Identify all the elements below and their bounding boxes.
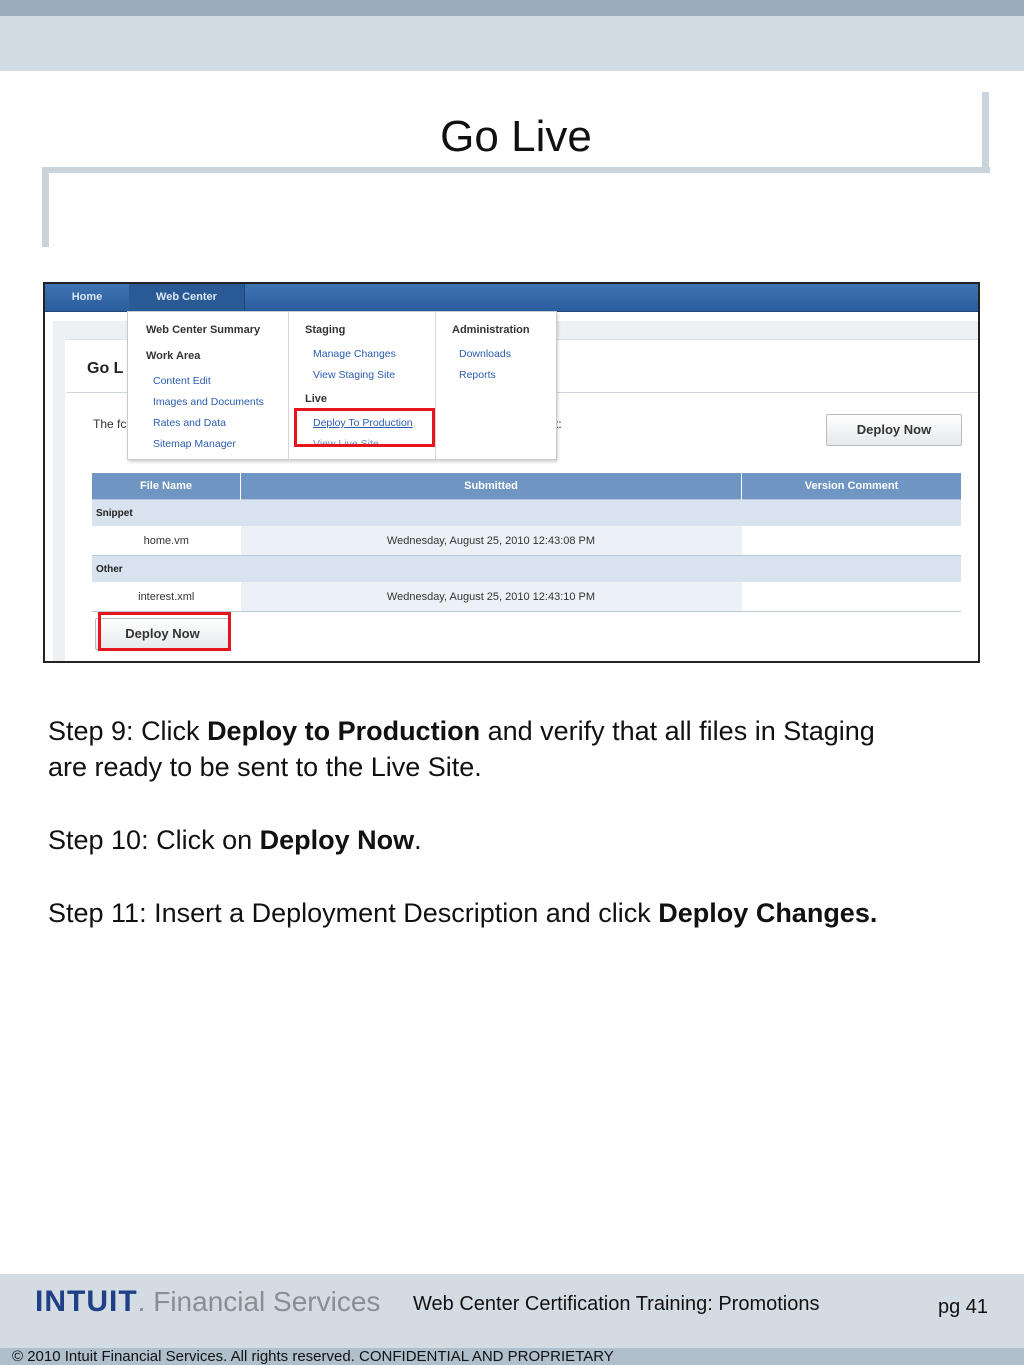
- page-number: pg 41: [938, 1296, 989, 1318]
- menu-column-administration: Administration Downloads Reports: [435, 312, 556, 459]
- menu-link-sitemap-manager[interactable]: Sitemap Manager: [153, 438, 236, 450]
- logo-text: Financial Services: [153, 1286, 381, 1317]
- nav-web-center[interactable]: Web Center: [129, 284, 245, 311]
- step-11-emphasis: Deploy Changes.: [658, 898, 878, 928]
- top-strip: [0, 0, 1024, 16]
- title-frame-left: [42, 167, 49, 247]
- submitted-cell: Wednesday, August 25, 2010 12:43:10 PM: [240, 582, 742, 612]
- copyright-text: © 2010 Intuit Financial Services. All ri…: [12, 1348, 614, 1365]
- screenshot: Home Web Center Go L The fc t: Deploy No…: [43, 282, 980, 663]
- menu-link-reports[interactable]: Reports: [459, 369, 496, 381]
- logo-dot: .: [137, 1286, 154, 1317]
- menu-heading-work-area: Work Area: [146, 350, 201, 362]
- group-row: Snippet: [92, 499, 961, 526]
- group-label: Snippet: [92, 499, 961, 526]
- step-9-emphasis: Deploy to Production: [207, 716, 481, 746]
- menu-link-downloads[interactable]: Downloads: [459, 348, 511, 360]
- step-10-suffix: .: [414, 825, 422, 855]
- step-10-text: Step 10: Click on Deploy Now.: [48, 822, 908, 858]
- file-name-cell[interactable]: interest.xml: [92, 582, 241, 612]
- group-label: Other: [92, 555, 961, 582]
- column-header-version-comment[interactable]: Version Comment: [741, 473, 961, 500]
- page-heading: Go L: [87, 360, 124, 377]
- deploy-now-button-top[interactable]: Deploy Now: [826, 414, 962, 446]
- files-table: File Name Submitted Version Comment Snip…: [92, 473, 961, 612]
- logo-brand: INTUIT: [35, 1285, 138, 1318]
- intro-text: The fc: [93, 417, 127, 431]
- file-name-cell[interactable]: home.vm: [92, 526, 241, 556]
- version-comment-cell: [741, 526, 961, 556]
- menu-link-content-edit[interactable]: Content Edit: [153, 375, 211, 387]
- step-10-prefix: Step 10: Click on: [48, 825, 260, 855]
- menu-heading-administration: Administration: [452, 324, 530, 336]
- course-title: Web Center Certification Training: Promo…: [413, 1293, 820, 1315]
- submitted-cell: Wednesday, August 25, 2010 12:43:08 PM: [240, 526, 742, 556]
- slide-title: Go Live: [440, 112, 592, 161]
- highlight-box-deploy-now: [98, 612, 231, 651]
- column-header-file-name[interactable]: File Name: [92, 473, 241, 500]
- table-row: interest.xml Wednesday, August 25, 2010 …: [92, 582, 961, 612]
- step-10-emphasis: Deploy Now: [259, 825, 415, 855]
- step-9-prefix: Step 9: Click: [48, 716, 208, 746]
- highlight-box-deploy-to-production: [294, 408, 435, 447]
- step-11-text: Step 11: Insert a Deployment Description…: [48, 895, 908, 931]
- top-nav: Home Web Center: [45, 284, 978, 312]
- menu-heading-staging: Staging: [305, 324, 346, 336]
- menu-heading-web-center-summary[interactable]: Web Center Summary: [146, 324, 260, 336]
- column-header-submitted[interactable]: Submitted: [240, 473, 742, 500]
- menu-heading-live: Live: [305, 393, 328, 405]
- menu-link-view-staging-site[interactable]: View Staging Site: [313, 369, 395, 381]
- step-9-text: Step 9: Click Deploy to Production and v…: [48, 713, 908, 785]
- menu-column-summary: Web Center Summary Work Area Content Edi…: [128, 312, 289, 459]
- version-comment-cell: [741, 582, 961, 612]
- menu-link-images-documents[interactable]: Images and Documents: [153, 396, 264, 408]
- top-band: [0, 16, 1024, 71]
- intuit-logo: INTUIT. Financial Services: [35, 1285, 380, 1319]
- title-frame-top: [42, 167, 990, 173]
- step-11-prefix: Step 11: Insert a Deployment Description…: [48, 898, 659, 928]
- table-row: home.vm Wednesday, August 25, 2010 12:43…: [92, 526, 961, 556]
- menu-link-manage-changes[interactable]: Manage Changes: [313, 348, 396, 360]
- group-row: Other: [92, 555, 961, 582]
- menu-link-rates-data[interactable]: Rates and Data: [153, 417, 226, 429]
- nav-home[interactable]: Home: [45, 284, 130, 311]
